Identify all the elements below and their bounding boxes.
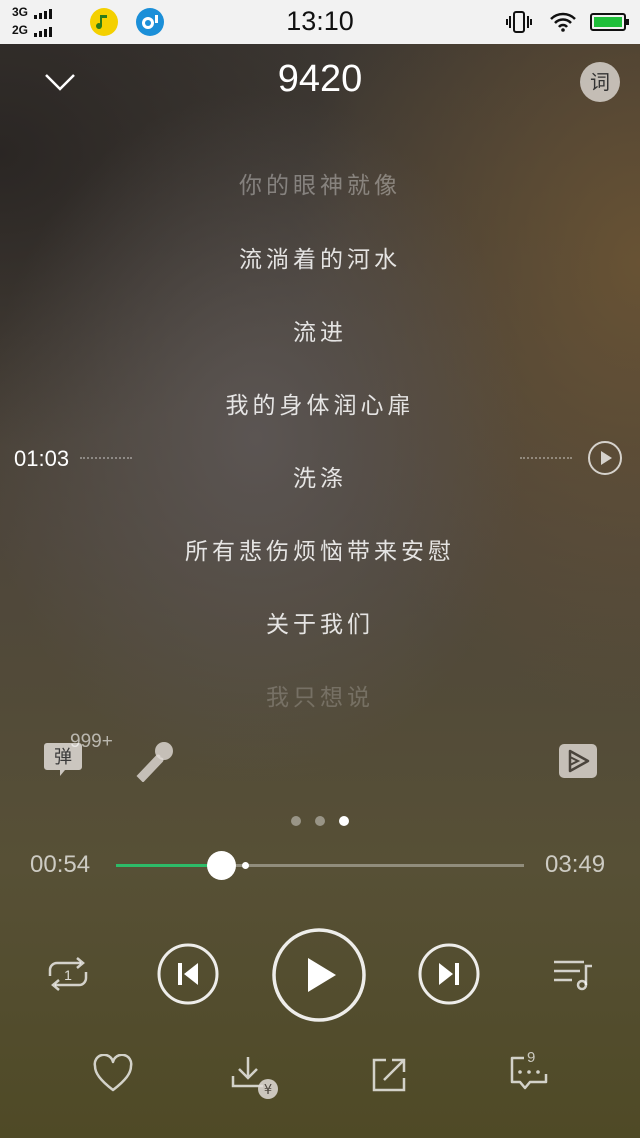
lyric-line: 流淌着的河水 [239, 247, 401, 273]
lyric-line: 流进 [293, 320, 347, 346]
download-icon[interactable]: ¥ [230, 1054, 280, 1100]
battery-fill [594, 17, 622, 27]
lyric-line: 我的身体润心扉 [225, 393, 415, 419]
progress-knob[interactable] [207, 851, 237, 880]
progress-played [116, 864, 222, 867]
lyric-line-current: 洗涤 [293, 466, 347, 492]
player-screen: 9420 词 你的眼神就像 流淌着的河水 流进 我的身体润心扉 洗涤 所有悲伤烦… [0, 44, 640, 1138]
seek-play-icon[interactable] [587, 440, 623, 476]
page-dot-active [339, 816, 349, 826]
status-time: 13:10 [286, 6, 354, 36]
vibrate-icon [506, 11, 532, 33]
playlist-icon[interactable] [550, 954, 596, 994]
download-badge: ¥ [264, 1083, 272, 1098]
microphone-icon[interactable] [134, 738, 178, 782]
lyric-seek-time: 01:03 [14, 446, 70, 471]
danmu-count: 999+ [70, 731, 113, 752]
repeat-one-icon[interactable]: 1 [44, 954, 92, 994]
current-time: 00:54 [30, 851, 91, 878]
wifi-icon [550, 12, 576, 32]
heart-icon[interactable] [92, 1054, 134, 1094]
page-indicator [0, 816, 640, 826]
next-icon[interactable] [417, 942, 481, 1006]
mv-play-icon[interactable] [558, 743, 598, 779]
song-title: 9420 [277, 58, 363, 100]
total-time: 03:49 [545, 851, 606, 878]
lyric-line: 我只想说 [266, 685, 374, 711]
page-dot [291, 816, 301, 826]
lyric-line: 你的眼神就像 [239, 173, 401, 199]
play-icon[interactable] [270, 926, 368, 1024]
lyric-line: 所有悲伤烦恼带来安慰 [185, 539, 455, 565]
previous-icon[interactable] [156, 942, 220, 1006]
seek-guide-right [520, 457, 572, 459]
buffer-marker [242, 862, 250, 869]
battery-icon [590, 13, 629, 31]
seek-guide-left [80, 457, 132, 459]
progress-bar[interactable] [116, 851, 524, 880]
status-bar: 3G 2G 13:10 [0, 0, 640, 44]
repeat-badge: 1 [64, 967, 72, 983]
lyric-button[interactable]: 词 [580, 62, 620, 102]
comment-count: 9 [527, 1049, 536, 1066]
page-dot [315, 816, 325, 826]
lyric-line: 关于我们 [266, 612, 374, 638]
share-icon[interactable] [370, 1056, 408, 1094]
